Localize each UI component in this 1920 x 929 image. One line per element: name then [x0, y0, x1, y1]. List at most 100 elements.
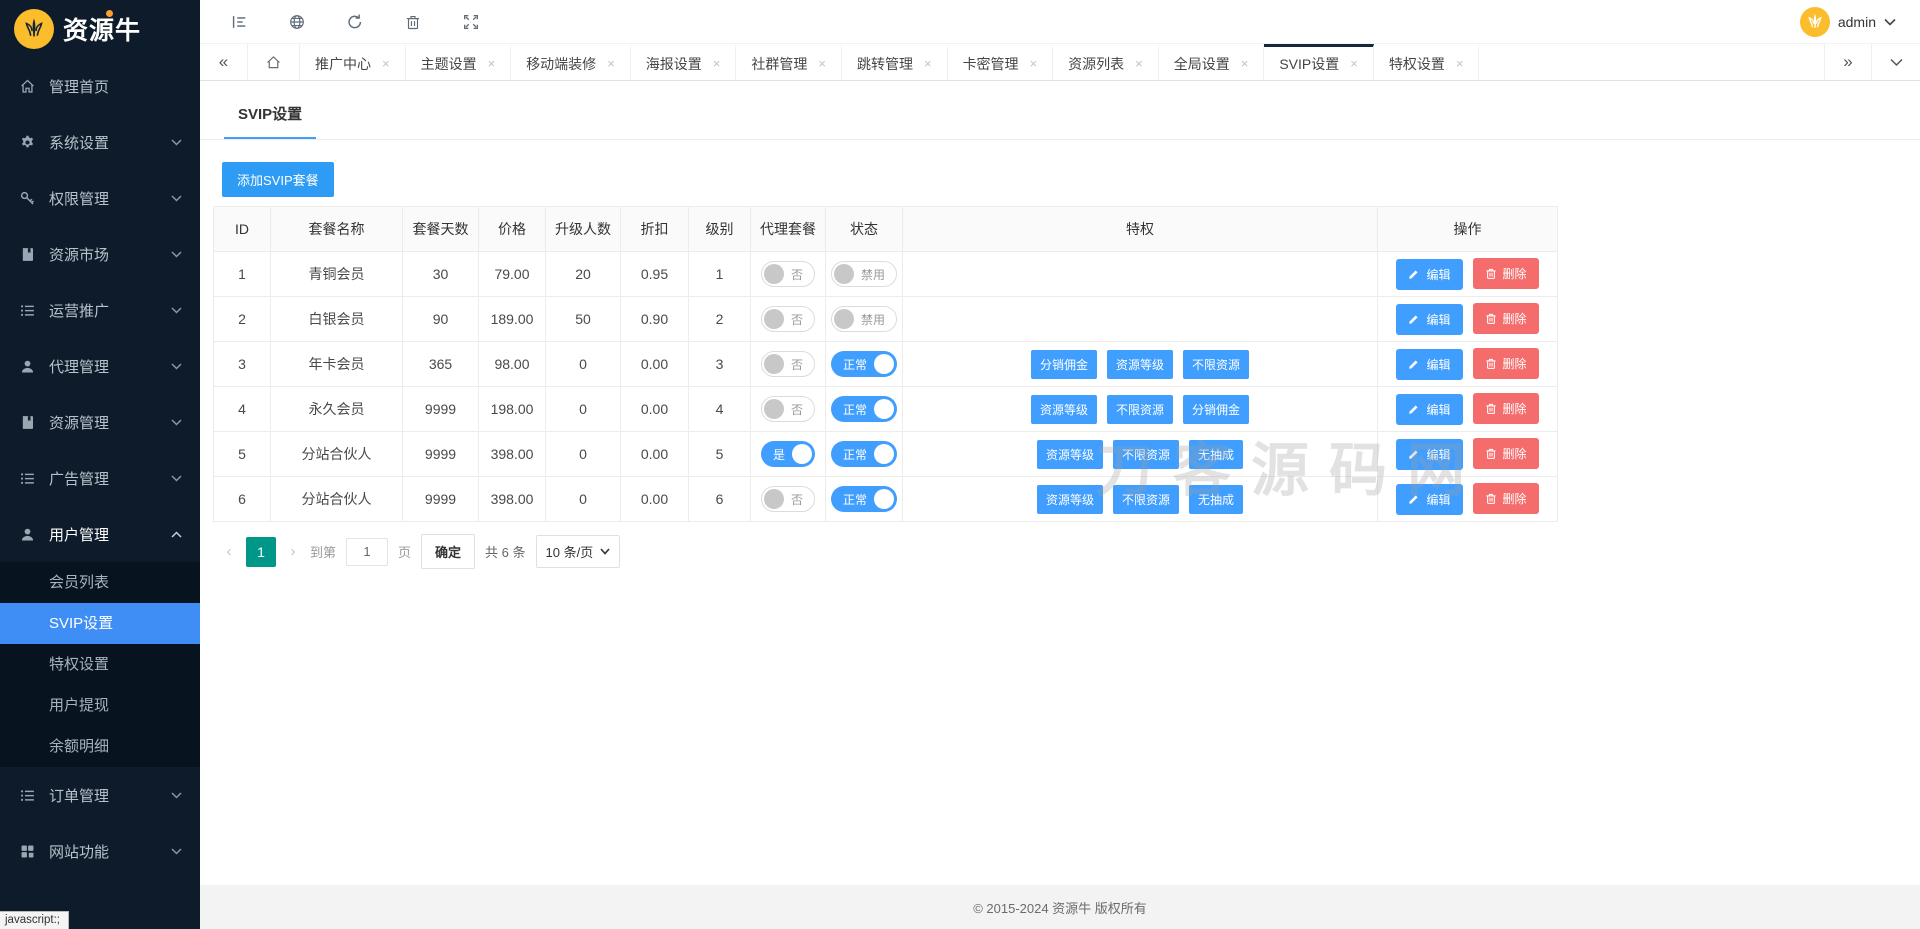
user-menu[interactable]: admin [1799, 6, 1896, 37]
delete-button[interactable]: 删除 [1472, 438, 1539, 470]
close-icon[interactable]: × [1456, 56, 1464, 71]
sidebar-item-resource-management[interactable]: 资源管理 [0, 394, 200, 450]
sidebar-item-permission-management[interactable]: 权限管理 [0, 170, 200, 226]
sidebar-item-ad-management[interactable]: 广告管理 [0, 450, 200, 506]
trash-icon [1485, 402, 1497, 415]
page-size-select[interactable]: 10 条/页 [535, 535, 621, 568]
pagination-confirm-button[interactable]: 确定 [421, 534, 476, 569]
price: 398.00 [478, 476, 546, 522]
sidebar-item-agent-management[interactable]: 代理管理 [0, 338, 200, 394]
sidebar-item-operation-promotion[interactable]: 运营推广 [0, 282, 200, 338]
sidebar-subitem-balance-details[interactable]: 余额明细 [0, 726, 200, 767]
sidebar-item-order-management[interactable]: 订单管理 [0, 767, 200, 823]
status-toggle[interactable]: 禁用 [830, 306, 897, 332]
sidebar-item-user-management[interactable]: 用户管理 [0, 506, 200, 562]
fullscreen-icon[interactable] [462, 13, 480, 31]
delete-button[interactable]: 删除 [1472, 258, 1539, 290]
tab-label: 跳转管理 [856, 55, 913, 72]
trash-icon[interactable] [404, 13, 422, 31]
tabs-scroll-left-button[interactable]: « [200, 44, 248, 80]
refresh-icon[interactable] [346, 13, 364, 31]
sidebar-subitem-svip-settings[interactable]: SVIP设置 [0, 603, 200, 644]
edit-button[interactable]: 编辑 [1396, 438, 1463, 470]
package-days: 90 [402, 296, 479, 342]
close-icon[interactable]: × [1241, 56, 1249, 71]
agent-package-cell: 否 [750, 296, 826, 342]
edit-button[interactable]: 编辑 [1396, 348, 1463, 380]
chevron-down-icon [171, 847, 182, 855]
status-toggle[interactable]: 正常 [830, 351, 897, 377]
brand-logo[interactable]: 资源牛 [0, 0, 200, 58]
tabs-menu-button[interactable] [1872, 44, 1920, 80]
edit-button[interactable]: 编辑 [1396, 258, 1463, 290]
sidebar-subitem-member-list[interactable]: 会员列表 [0, 562, 200, 603]
close-icon[interactable]: × [1135, 56, 1143, 71]
delete-button[interactable]: 删除 [1472, 393, 1539, 425]
status-toggle[interactable]: 正常 [830, 396, 897, 422]
sidebar-subitem-privilege-settings[interactable]: 特权设置 [0, 644, 200, 685]
tab-community-management[interactable]: 社群管理 × [736, 44, 842, 80]
chevron-down-icon [171, 362, 182, 370]
sidebar: 资源牛 管理首页 系统设置 权限管理 资源市场 运营推广 代理管理 资源管理 广告管理 用户管理… [0, 0, 200, 929]
sidebar-subitem-user-withdraw[interactable]: 用户提现 [0, 685, 200, 726]
table-row: 4 永久会员 9999 198.00 0 0.00 4 否正常 资源等级 不限资源 分销佣金 编辑 删除 [213, 386, 1558, 432]
status-toggle[interactable]: 正常 [830, 441, 897, 467]
pagination-next-button[interactable]: › [286, 543, 300, 560]
svip-table: ID 套餐名称 套餐天数 价格 升级人数 折扣 级别 代理套餐 状态 特权 操作 1 青铜会员 30 79.… [213, 206, 1558, 522]
agent-package-toggle[interactable]: 否 [760, 351, 815, 377]
price: 98.00 [478, 341, 546, 387]
tab-resource-list[interactable]: 资源列表 × [1053, 44, 1159, 80]
agent-package-toggle[interactable]: 否 [760, 486, 815, 512]
sidebar-item-resource-market[interactable]: 资源市场 [0, 226, 200, 282]
tab-theme-settings[interactable]: 主题设置 × [406, 44, 512, 80]
close-icon[interactable]: × [1030, 56, 1038, 71]
brand-logo-icon [14, 9, 54, 49]
edit-button[interactable]: 编辑 [1396, 303, 1463, 335]
pagination-prev-button[interactable]: ‹ [222, 543, 236, 560]
status-bar-link-preview: javascript:; [0, 911, 69, 929]
pagination-page-1[interactable]: 1 [246, 536, 276, 567]
sidebar-item-system-settings[interactable]: 系统设置 [0, 114, 200, 170]
home-tab[interactable] [248, 44, 300, 80]
agent-package-toggle[interactable]: 否 [760, 396, 815, 422]
tab-poster-settings[interactable]: 海报设置 × [631, 44, 737, 80]
close-icon[interactable]: × [382, 56, 390, 71]
status-toggle[interactable]: 正常 [830, 486, 897, 512]
status-cell: 禁用 [825, 251, 903, 297]
delete-button[interactable]: 删除 [1472, 483, 1539, 515]
tab-promotion-center[interactable]: 推广中心 × [300, 44, 406, 80]
tab-card-key-management[interactable]: 卡密管理 × [948, 44, 1054, 80]
sidebar-item-site-features[interactable]: 网站功能 [0, 823, 200, 879]
agent-package-toggle[interactable]: 是 [760, 441, 815, 467]
tab-svip-settings[interactable]: SVIP设置 × [1264, 44, 1374, 80]
agent-package-toggle[interactable]: 否 [760, 306, 815, 332]
tabs-scroll-right-button[interactable]: » [1824, 44, 1872, 80]
sidebar-item-admin-home[interactable]: 管理首页 [0, 58, 200, 114]
add-svip-button[interactable]: 添加SVIP套餐 [222, 162, 334, 197]
pagination-goto-input[interactable] [346, 537, 389, 566]
upgrade-count: 20 [545, 251, 621, 297]
level: 2 [688, 296, 751, 342]
globe-icon[interactable] [288, 13, 306, 31]
close-icon[interactable]: × [607, 56, 615, 71]
toggle-knob [763, 489, 784, 509]
tab-privilege-settings[interactable]: 特权设置 × [1374, 44, 1480, 80]
tab-global-settings[interactable]: 全局设置 × [1159, 44, 1265, 80]
close-icon[interactable]: × [713, 56, 721, 71]
close-icon[interactable]: × [488, 56, 496, 71]
close-icon[interactable]: × [1350, 56, 1358, 71]
tab-mobile-decoration[interactable]: 移动端装修 × [511, 44, 631, 80]
delete-button[interactable]: 删除 [1472, 303, 1539, 335]
edit-button[interactable]: 编辑 [1396, 393, 1463, 425]
close-icon[interactable]: × [924, 56, 932, 71]
user-icon [18, 525, 36, 543]
close-icon[interactable]: × [818, 56, 826, 71]
price: 398.00 [478, 431, 546, 477]
chevron-up-icon [171, 530, 182, 538]
tab-redirect-management[interactable]: 跳转管理 × [842, 44, 948, 80]
edit-button[interactable]: 编辑 [1396, 483, 1463, 515]
status-toggle[interactable]: 禁用 [830, 261, 897, 287]
menu-collapse-icon[interactable] [230, 13, 248, 31]
agent-package-toggle[interactable]: 否 [760, 261, 815, 287]
delete-button[interactable]: 删除 [1472, 348, 1539, 380]
